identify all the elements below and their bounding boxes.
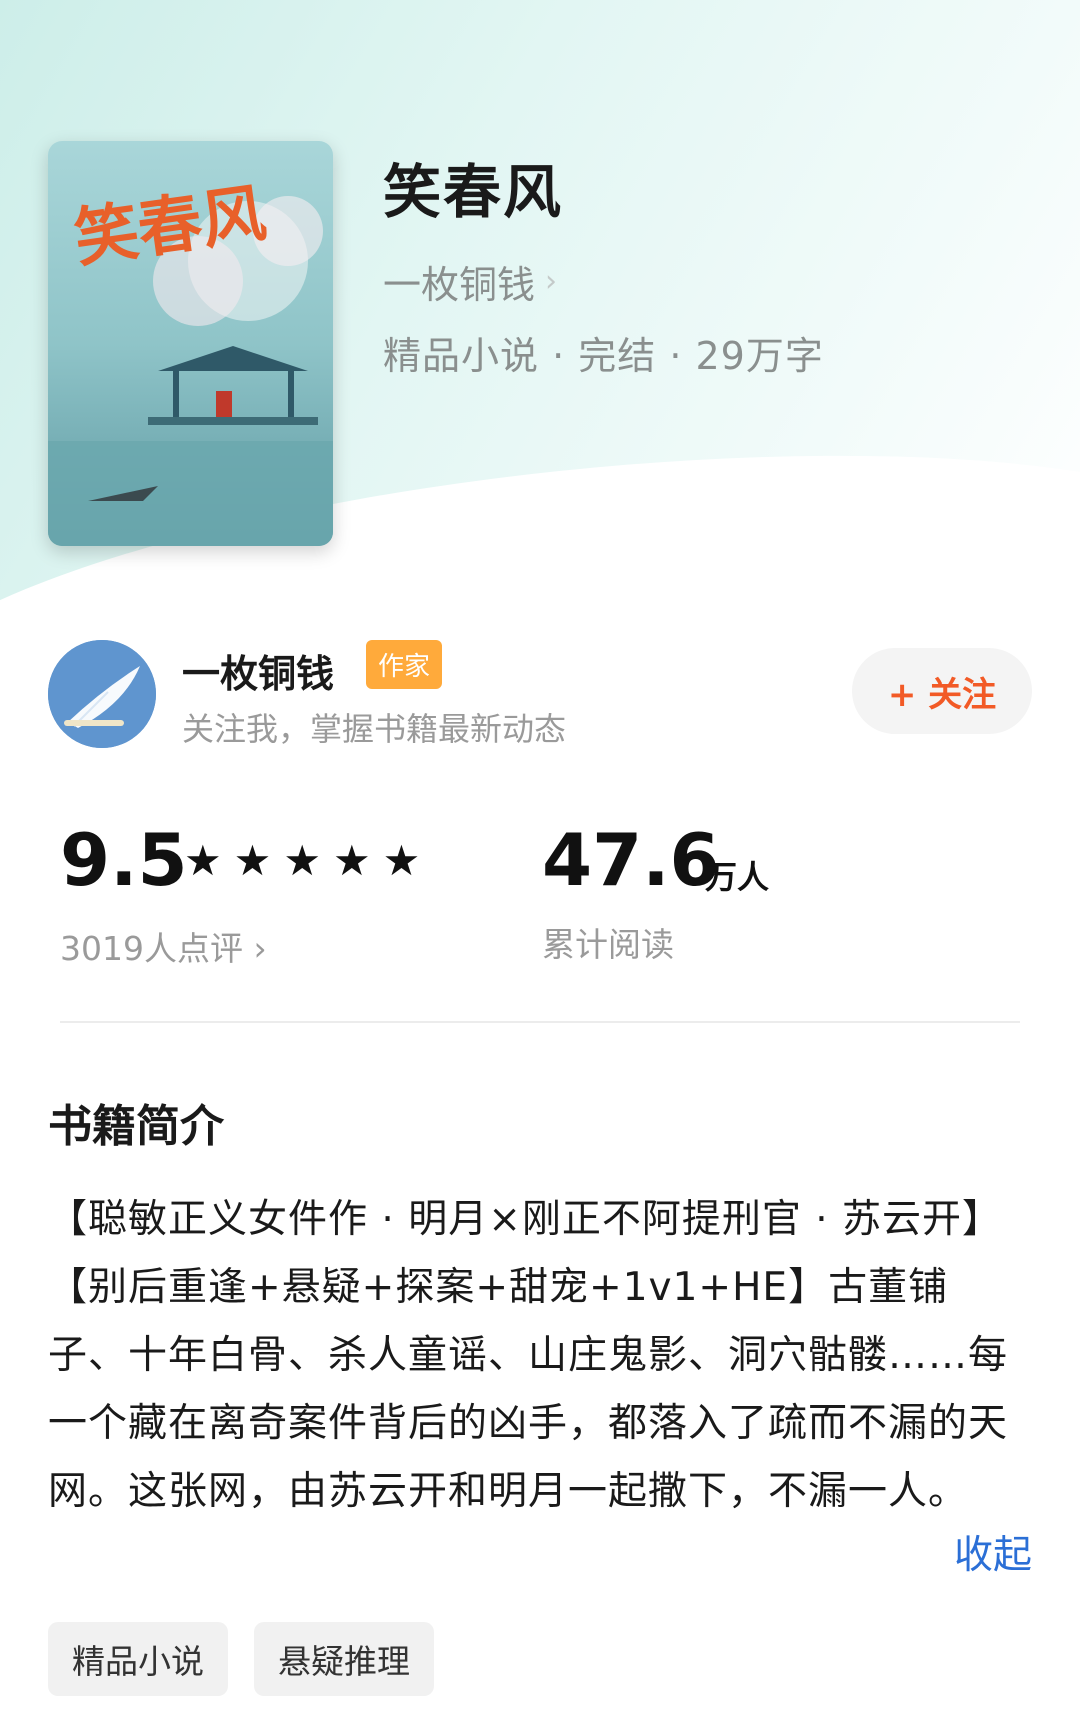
divider xyxy=(60,1021,1020,1023)
reads-unit: 万人 xyxy=(705,858,770,896)
book-meta: 精品小说 · 完结 · 29万字 xyxy=(383,334,824,378)
chevron-right-icon: › xyxy=(545,264,558,299)
author-card[interactable]: 一枚铜钱 作家 关注我，掌握书籍最新动态 + 关注 xyxy=(48,640,1032,750)
book-cover[interactable]: 笑春风 xyxy=(48,141,333,546)
star-icon: ★ xyxy=(382,836,421,885)
star-icon: ★ xyxy=(233,836,272,885)
intro-heading: 书籍简介 xyxy=(48,1101,224,1152)
book-title: 笑春风 xyxy=(383,158,564,226)
tag-chip[interactable]: 精品小说 xyxy=(48,1622,228,1696)
author-link-label: 一枚铜钱 xyxy=(383,263,536,307)
rating-score: 9.5 xyxy=(60,818,188,902)
star-icon: ★ xyxy=(184,836,222,885)
tag-list: 精品小说 悬疑推理 xyxy=(48,1622,434,1696)
author-badge: 作家 xyxy=(366,640,443,689)
star-icon: ★ xyxy=(283,836,321,885)
review-count-link[interactable]: 3019人点评 › xyxy=(60,922,267,970)
collapse-button[interactable]: 收起 xyxy=(954,1524,1032,1580)
author-link[interactable]: 一枚铜钱 › xyxy=(383,254,557,309)
follow-button[interactable]: + 关注 xyxy=(852,648,1032,734)
book-cover-art: 笑春风 xyxy=(48,141,333,546)
quill-icon xyxy=(48,640,156,748)
tag-chip[interactable]: 悬疑推理 xyxy=(254,1622,434,1696)
stats-panel: 9.5 ★ ★ ★ ★ ★ 3019人点评 › 47.6 万人 累计阅读 xyxy=(60,820,1020,970)
intro-text: 【聪敏正义女件作 · 明月×刚正不阿提刑官 · 苏云开】【别后重逢+悬疑+探案+… xyxy=(48,1197,1009,1514)
author-name[interactable]: 一枚铜钱 xyxy=(182,643,334,698)
author-subtitle: 关注我，掌握书籍最新动态 xyxy=(182,710,567,748)
reads-count: 47.6 xyxy=(542,818,720,902)
reads-label: 累计阅读 xyxy=(542,925,674,964)
rating-stars: ★ ★ ★ ★ ★ xyxy=(184,840,420,882)
star-icon: ★ xyxy=(332,836,371,885)
avatar[interactable] xyxy=(48,640,156,748)
